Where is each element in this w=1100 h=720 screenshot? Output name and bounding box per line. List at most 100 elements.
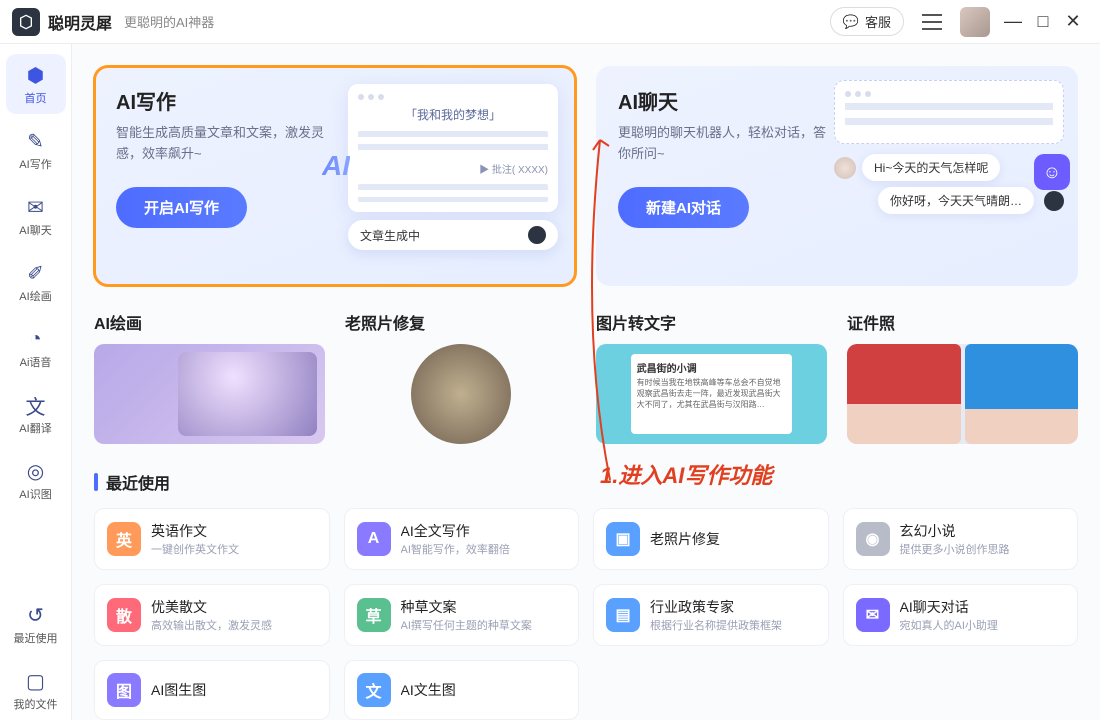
sidebar-item-home[interactable]: ⬢ 首页: [6, 54, 66, 114]
sidebar: ⬢ 首页 ✎ AI写作 ✉ AI聊天 ✐ AI绘画 ◔ Ai语音 文 AI翻译 …: [0, 44, 72, 720]
recent-item-title: AI全文写作: [401, 521, 510, 541]
recent-item-subtitle: 一键创作英文作文: [151, 541, 239, 557]
history-icon: ↺: [23, 602, 49, 628]
recent-item-title: 优美散文: [151, 597, 272, 617]
section-accent-bar: [94, 473, 98, 491]
recent-item-title: AI聊天对话: [900, 597, 998, 617]
feature-card-id-photo[interactable]: 证件照: [847, 310, 1078, 444]
recent-item[interactable]: A AI全文写作 AI智能写作，效率翻倍: [344, 508, 580, 570]
chat-bubble-icon: 💬: [843, 14, 859, 30]
menu-icon[interactable]: [922, 14, 942, 30]
sidebar-item-files[interactable]: ▢ 我的文件: [6, 660, 66, 720]
sidebar-label: 我的文件: [14, 696, 58, 712]
mini-logo-icon: [528, 226, 546, 244]
mini-logo-icon: [1044, 191, 1064, 211]
new-chat-button[interactable]: 新建AI对话: [618, 187, 749, 228]
user-avatar[interactable]: [960, 7, 990, 37]
sidebar-label: AI绘画: [19, 288, 51, 304]
recent-item-title: 行业政策专家: [650, 597, 782, 617]
recent-item[interactable]: 散 优美散文 高效输出散文，激发灵感: [94, 584, 330, 646]
close-button[interactable]: ✕: [1058, 11, 1088, 32]
sidebar-label: AI写作: [19, 156, 51, 172]
recent-item[interactable]: ▣ 老照片修复: [593, 508, 829, 570]
brush-icon: ✐: [23, 260, 49, 286]
chat-mockup: ☺ Hi~今天的天气怎样呢 你好呀，今天天气晴朗…: [834, 80, 1064, 214]
recent-item-icon: ▣: [606, 522, 640, 556]
minimize-button[interactable]: —: [998, 11, 1028, 32]
recent-item[interactable]: 文 AI文生图: [344, 660, 580, 720]
sidebar-label: 最近使用: [14, 630, 58, 646]
recent-item-title: AI文生图: [401, 680, 456, 700]
sidebar-item-writing[interactable]: ✎ AI写作: [6, 120, 66, 180]
recent-item[interactable]: 草 种草文案 AI撰写任何主题的种草文案: [344, 584, 580, 646]
recent-item[interactable]: ◉ 玄幻小说 提供更多小说创作思路: [843, 508, 1079, 570]
app-logo-icon: [12, 8, 40, 36]
recent-grid: 英 英语作文 一键创作英文作文 A AI全文写作 AI智能写作，效率翻倍 ▣ 老…: [94, 508, 1078, 720]
feature-title: AI绘画: [94, 310, 325, 334]
feature-title: 证件照: [847, 310, 1078, 334]
mock-note: ▶ 批注( XXXX): [358, 161, 548, 176]
recent-item[interactable]: 英 英语作文 一键创作英文作文: [94, 508, 330, 570]
user-avatar-icon: [834, 157, 856, 179]
customer-service-label: 客服: [865, 12, 891, 31]
recent-item-title: AI图生图: [151, 680, 206, 700]
recent-item-icon: 英: [107, 522, 141, 556]
hero-writing-desc: 智能生成高质量文章和文案，激发灵感，效率飙升~: [116, 123, 326, 165]
hero-card-chat[interactable]: AI聊天 更聪明的聊天机器人，轻松对话，答你所问~ 新建AI对话 ☺ Hi~今天…: [596, 66, 1078, 286]
recent-item-subtitle: 提供更多小说创作思路: [900, 541, 1010, 557]
recent-item-subtitle: 根据行业名称提供政策框架: [650, 617, 782, 633]
id-photo-thumbnail: [847, 344, 1078, 444]
folder-icon: ▢: [23, 668, 49, 694]
recent-item[interactable]: 图 AI图生图: [94, 660, 330, 720]
envelope-icon: ✉: [23, 194, 49, 220]
sidebar-label: AI翻译: [19, 420, 51, 436]
feature-title: 图片转文字: [596, 310, 827, 334]
feature-card-draw[interactable]: AI绘画: [94, 310, 325, 444]
recent-item-title: 种草文案: [401, 597, 532, 617]
sidebar-label: 首页: [25, 90, 47, 106]
recent-item[interactable]: ▤ 行业政策专家 根据行业名称提供政策框架: [593, 584, 829, 646]
recent-item-subtitle: 宛如真人的AI小助理: [900, 617, 998, 633]
writing-mockup: 「我和我的梦想」 ▶ 批注( XXXX) AI 文章生成中: [348, 84, 558, 250]
recent-item-subtitle: 高效输出散文，激发灵感: [151, 617, 272, 633]
chat-bubble-ai: 你好呀，今天天气晴朗…: [878, 187, 1034, 214]
sidebar-label: Ai语音: [20, 354, 52, 370]
hexagon-icon: ⬢: [23, 62, 49, 88]
generating-status: 文章生成中: [360, 227, 420, 244]
recent-item-icon: A: [357, 522, 391, 556]
translate-icon: 文: [23, 392, 49, 418]
sidebar-item-recent[interactable]: ↺ 最近使用: [6, 594, 66, 654]
feature-title: 老照片修复: [345, 310, 576, 334]
recent-heading: 最近使用: [106, 470, 170, 494]
recent-item-icon: 图: [107, 673, 141, 707]
sidebar-item-translate[interactable]: 文 AI翻译: [6, 384, 66, 444]
maximize-button[interactable]: □: [1028, 11, 1058, 32]
hero-chat-desc: 更聪明的聊天机器人，轻松对话，答你所问~: [618, 123, 828, 165]
chat-bubble-user: Hi~今天的天气怎样呢: [862, 154, 1000, 181]
customer-service-button[interactable]: 💬 客服: [830, 7, 904, 36]
annotation-text: 1.进入AI写作功能: [600, 458, 772, 490]
recent-item-icon: ◉: [856, 522, 890, 556]
ai-draw-thumbnail: [94, 344, 325, 444]
sidebar-item-image-rec[interactable]: ◎ AI识图: [6, 450, 66, 510]
title-bar: 聪明灵犀 更聪明的AI神器 💬 客服 — □ ✕: [0, 0, 1100, 44]
app-title: 聪明灵犀: [48, 10, 112, 34]
start-writing-button[interactable]: 开启AI写作: [116, 187, 247, 228]
hero-card-writing[interactable]: AI写作 智能生成高质量文章和文案，激发灵感，效率飙升~ 开启AI写作 「我和我…: [94, 66, 576, 286]
sidebar-item-draw[interactable]: ✐ AI绘画: [6, 252, 66, 312]
ocr-thumbnail: 武昌街的小调有时候当我在地铁高峰等车总会不自觉地观察武昌街去走一阵，最近发现武昌…: [596, 344, 827, 444]
recent-item[interactable]: ✉ AI聊天对话 宛如真人的AI小助理: [843, 584, 1079, 646]
feather-icon: ✎: [23, 128, 49, 154]
recent-item-icon: 草: [357, 598, 391, 632]
sidebar-item-voice[interactable]: ◔ Ai语音: [6, 318, 66, 378]
feature-card-photo-repair[interactable]: 老照片修复: [345, 310, 576, 444]
recent-item-icon: ▤: [606, 598, 640, 632]
main-content: AI写作 智能生成高质量文章和文案，激发灵感，效率飙升~ 开启AI写作 「我和我…: [72, 44, 1100, 720]
sidebar-item-chat[interactable]: ✉ AI聊天: [6, 186, 66, 246]
recent-item-title: 老照片修复: [650, 529, 720, 549]
app-subtitle: 更聪明的AI神器: [124, 12, 214, 31]
sidebar-label: AI识图: [19, 486, 51, 502]
recent-item-title: 玄幻小说: [900, 521, 1010, 541]
feature-card-ocr[interactable]: 图片转文字 武昌街的小调有时候当我在地铁高峰等车总会不自觉地观察武昌街去走一阵，…: [596, 310, 827, 444]
sidebar-label: AI聊天: [19, 222, 51, 238]
